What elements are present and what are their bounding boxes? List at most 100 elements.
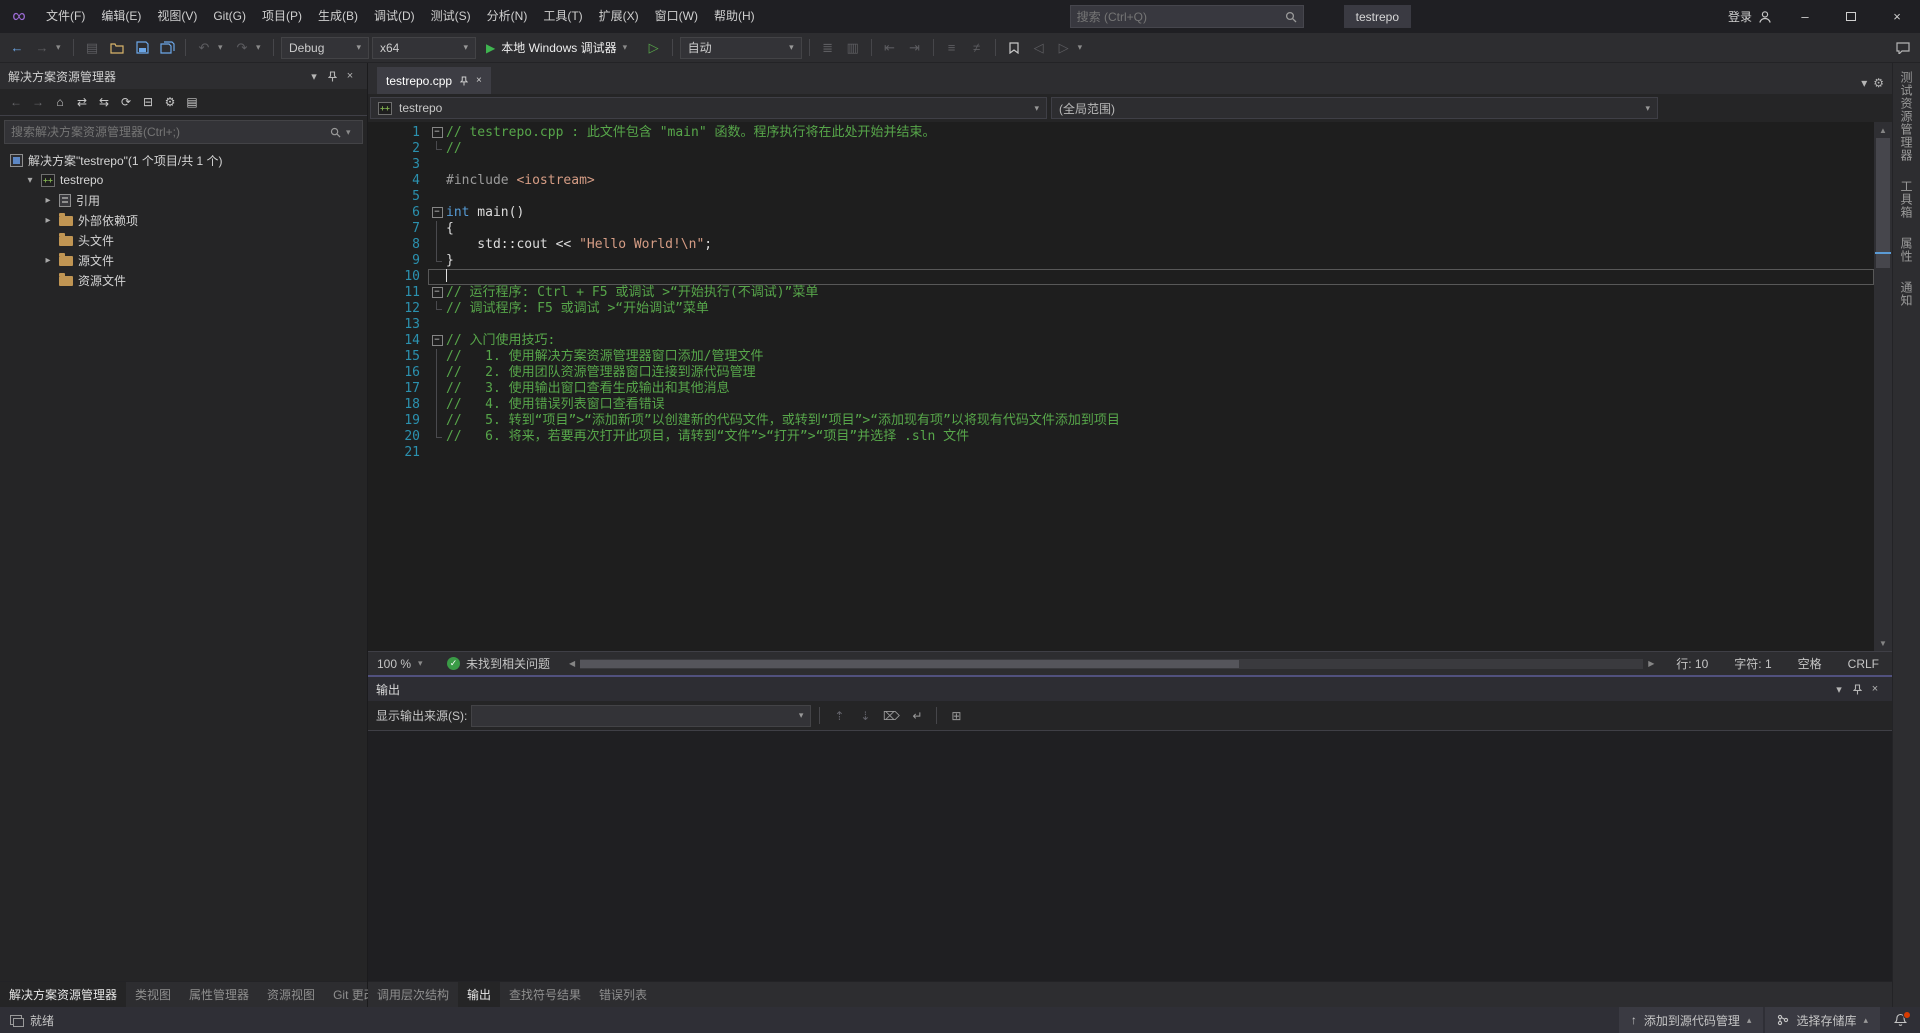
menu-item-view[interactable]: 视图(V) [149,0,205,33]
fold-margin[interactable] [428,189,446,205]
start-without-debugging-icon[interactable]: ▷ [643,37,665,59]
code-line-1[interactable]: 1−// testrepo.cpp : 此文件包含 "main" 函数。程序执行… [368,125,1874,141]
active-documents-chevron-icon[interactable]: ▾ [1861,76,1867,90]
code-line-4[interactable]: 4#include <iostream> [368,173,1874,189]
se-forward-icon[interactable]: → [28,92,48,112]
breakpoint-margin[interactable] [368,221,388,237]
fold-margin[interactable] [428,445,446,461]
code-line-15[interactable]: 15// 1. 使用解决方案资源管理器窗口添加/管理文件 [368,349,1874,365]
se-back-icon[interactable]: ← [6,92,26,112]
fold-margin[interactable] [428,237,446,253]
breakpoint-margin[interactable] [368,317,388,333]
menu-item-edit[interactable]: 编辑(E) [93,0,149,33]
breakpoint-margin[interactable] [368,381,388,397]
code-line-13[interactable]: 13 [368,317,1874,333]
right-dock-tab-toolbox[interactable]: 工具箱 [1898,180,1915,219]
output-content[interactable] [368,731,1892,981]
breakpoint-margin[interactable] [368,173,388,189]
fold-margin[interactable] [428,365,446,381]
panel-tab-output[interactable]: 输出 [458,982,500,1007]
word-wrap-icon[interactable]: ↵ [906,705,928,727]
code-line-14[interactable]: 14−// 入门使用技巧: [368,333,1874,349]
code-line-6[interactable]: 6−int main() [368,205,1874,221]
panel-tab-property-manager[interactable]: 属性管理器 [180,982,258,1007]
expander-expanded-icon[interactable]: ▾ [24,175,36,186]
auto-dropdown[interactable]: 自动 ▾ [680,37,802,59]
se-refresh-icon[interactable]: ⟳ [116,92,136,112]
output-header[interactable]: 输出 ▾ × [368,677,1892,701]
fold-margin[interactable] [428,269,446,285]
start-debugging-button[interactable]: ▶ 本地 Windows 调试器 ▾ [479,37,640,59]
tree-item-source-files[interactable]: ▸ 源文件 [0,250,367,270]
breakpoint-margin[interactable] [368,333,388,349]
code-line-11[interactable]: 11−// 运行程序: Ctrl + F5 或调试 >“开始执行(不调试)”菜单 [368,285,1874,301]
code-line-12[interactable]: 12// 调试程序: F5 或调试 >“开始调试”菜单 [368,301,1874,317]
expander-collapsed-icon[interactable]: ▸ [42,255,54,266]
close-button[interactable]: × [1874,0,1920,33]
code-line-9[interactable]: 9} [368,253,1874,269]
global-scope-dropdown[interactable]: (全局范围) ▾ [1051,97,1658,119]
se-switch-views-icon[interactable]: ⇄ [72,92,92,112]
output-source-dropdown[interactable]: ▾ [471,705,811,727]
breakpoint-margin[interactable] [368,189,388,205]
code-line-19[interactable]: 19// 5. 转到“项目”>“添加新项”以创建新的代码文件，或转到“项目”>“… [368,413,1874,429]
scroll-down-icon[interactable]: ▼ [1874,635,1892,651]
breakpoint-margin[interactable] [368,445,388,461]
solution-explorer-search-input[interactable] [11,125,330,139]
breakpoint-margin[interactable] [368,237,388,253]
undo-chevron-icon[interactable]: ▾ [218,42,228,53]
pin-icon[interactable] [323,67,341,85]
fold-margin[interactable] [428,349,446,365]
close-icon[interactable]: × [341,67,359,85]
platform-dropdown[interactable]: x64 ▾ [372,37,476,59]
next-message-icon[interactable]: ⇣ [854,705,876,727]
uncomment-selection-icon[interactable]: ≠ [966,37,988,59]
fold-margin[interactable] [428,157,446,173]
chevron-down-icon[interactable]: ▾ [1830,680,1848,698]
zoom-dropdown[interactable]: 100 % ▾ [368,652,437,675]
breakpoint-margin[interactable] [368,269,388,285]
tab-options-icon[interactable]: ⚙ [1873,76,1884,90]
breakpoint-margin[interactable] [368,253,388,269]
menu-item-tools[interactable]: 工具(T) [535,0,590,33]
code-line-10[interactable]: 10 [368,269,1874,285]
right-dock-tab-notifications[interactable]: 通知 [1898,281,1915,307]
code-line-18[interactable]: 18// 4. 使用错误列表窗口查看错误 [368,397,1874,413]
menu-item-window[interactable]: 窗口(W) [647,0,706,33]
collapse-region-icon[interactable]: − [432,207,443,218]
code-line-5[interactable]: 5 [368,189,1874,205]
status-spaces[interactable]: 空格 [1785,652,1835,675]
scroll-right-icon[interactable]: ▶ [1643,659,1659,668]
member-list-icon[interactable]: ≣ [817,37,839,59]
prev-message-icon[interactable]: ⇡ [828,705,850,727]
menu-item-git[interactable]: Git(G) [205,0,254,33]
right-dock-tab-test-explorer[interactable]: 测试资源管理器 [1898,71,1915,162]
fold-margin[interactable] [428,141,446,157]
undo-icon[interactable]: ↶ [193,37,215,59]
notifications-button[interactable] [1880,1007,1920,1033]
right-dock-tab-properties[interactable]: 属性 [1898,237,1915,263]
fold-margin[interactable] [428,317,446,333]
toolbar-overflow-icon[interactable]: ▾ [1078,42,1088,53]
pin-icon[interactable] [1848,680,1866,698]
sign-in-button[interactable]: 登录 [1718,0,1782,33]
search-options-chevron-icon[interactable]: ▾ [346,127,356,138]
redo-chevron-icon[interactable]: ▾ [256,42,266,53]
code-line-21[interactable]: 21 [368,445,1874,461]
scroll-up-icon[interactable]: ▲ [1874,122,1892,138]
breakpoint-margin[interactable] [368,429,388,445]
background-tasks-icon[interactable] [10,1015,22,1025]
fold-margin[interactable] [428,173,446,189]
menu-item-analyze[interactable]: 分析(N) [479,0,536,33]
breakpoint-margin[interactable] [368,141,388,157]
panel-tab-call-hierarchy[interactable]: 调用层次结构 [368,982,458,1007]
code-editor[interactable]: 1−// testrepo.cpp : 此文件包含 "main" 函数。程序执行… [368,122,1874,651]
code-line-2[interactable]: 2// [368,141,1874,157]
panel-tab-resource-view[interactable]: 资源视图 [258,982,324,1007]
chevron-down-icon[interactable]: ▾ [305,67,323,85]
tree-item-project[interactable]: ▾ ++ testrepo [0,170,367,190]
se-home-icon[interactable]: ⌂ [50,92,70,112]
se-collapse-all-icon[interactable]: ⊟ [138,92,158,112]
code-line-20[interactable]: 20// 6. 将来，若要再次打开此项目，请转到“文件”>“打开”>“项目”并选… [368,429,1874,445]
se-properties-icon[interactable]: ⚙ [160,92,180,112]
